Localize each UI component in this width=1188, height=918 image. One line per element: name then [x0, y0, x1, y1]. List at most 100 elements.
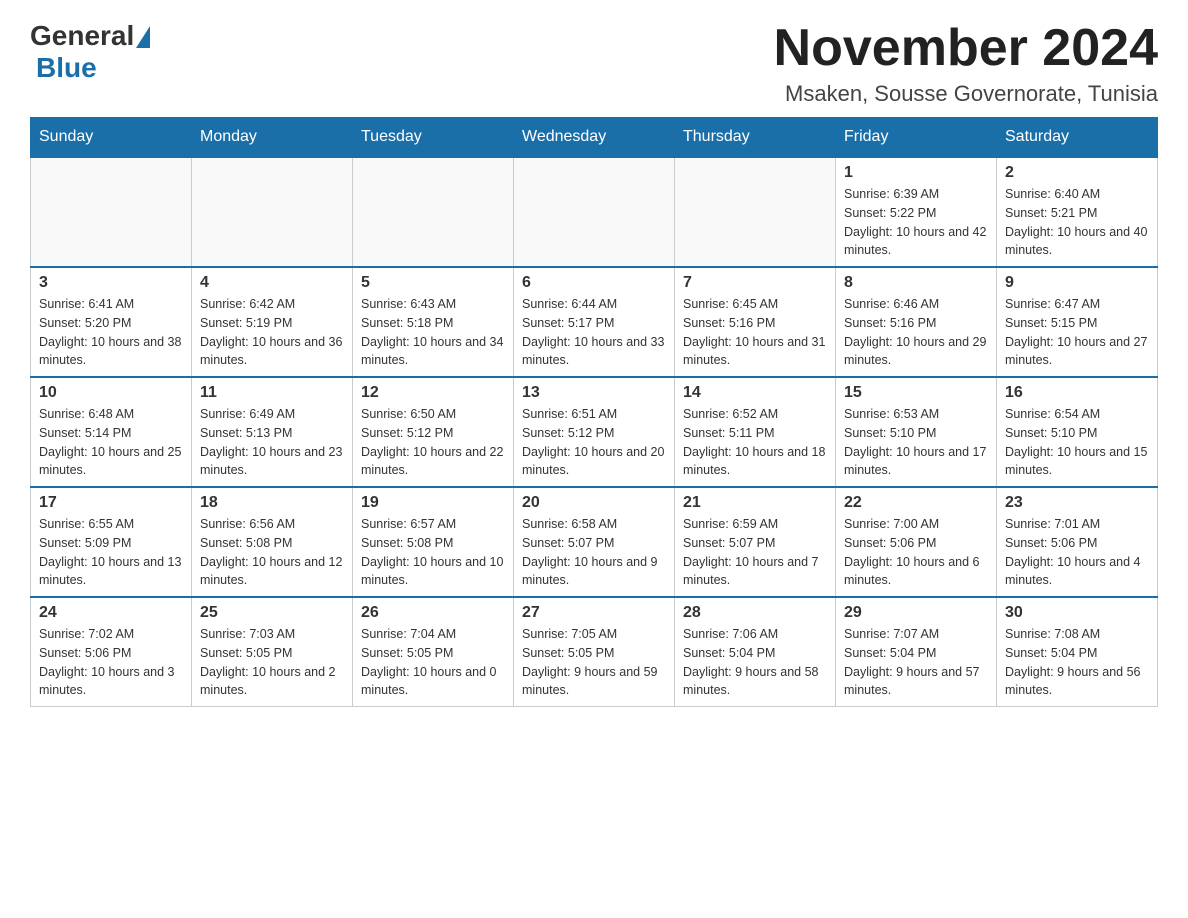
calendar-week-row: 1Sunrise: 6:39 AM Sunset: 5:22 PM Daylig… — [31, 157, 1158, 267]
calendar-cell: 15Sunrise: 6:53 AM Sunset: 5:10 PM Dayli… — [836, 377, 997, 487]
calendar-header-row: SundayMondayTuesdayWednesdayThursdayFrid… — [31, 118, 1158, 158]
calendar-table: SundayMondayTuesdayWednesdayThursdayFrid… — [30, 117, 1158, 707]
calendar-cell: 29 Sunrise: 7:07 AM Sunset: 5:04 PM Dayli… — [836, 597, 997, 707]
calendar-cell: 17 Sunrise: 6:55 AM Sunset: 5:09 PM Dayli… — [31, 487, 192, 597]
calendar-cell: 16 Sunrise: 6:54 AM Sunset: 5:10 PM Dayli… — [997, 377, 1158, 487]
day-number: 14 — [683, 384, 827, 402]
day-info: Sunrise: 7:01 AM Sunset: 5:06 PM Dayligh… — [1005, 515, 1149, 590]
day-number: 28 — [683, 604, 827, 622]
day-info: Sunrise: 6:43 AM Sunset: 5:18 PM Dayligh… — [361, 295, 505, 370]
day-number: 20 — [522, 494, 666, 512]
day-info: Sunrise: 7:05 AM Sunset: 5:05 PM Dayligh… — [522, 625, 666, 700]
calendar-cell: 10Sunrise: 6:48 AM Sunset: 5:14 PM Dayli… — [31, 377, 192, 487]
page-subtitle: Msaken, Sousse Governorate, Tunisia — [774, 81, 1158, 107]
day-info: Sunrise: 7:08 AM Sunset: 5:04 PM Dayligh… — [1005, 625, 1149, 700]
calendar-cell: 28 Sunrise: 7:06 AM Sunset: 5:04 PM Dayli… — [675, 597, 836, 707]
day-info: Sunrise: 6:48 AM Sunset: 5:14 PM Dayligh… — [39, 405, 183, 480]
logo-triangle-icon — [136, 26, 150, 48]
calendar-cell: 23 Sunrise: 7:01 AM Sunset: 5:06 PM Dayli… — [997, 487, 1158, 597]
day-info: Sunrise: 6:45 AM Sunset: 5:16 PM Dayligh… — [683, 295, 827, 370]
calendar-cell: 13 Sunrise: 6:51 AM Sunset: 5:12 PM Dayli… — [514, 377, 675, 487]
calendar-header-friday: Friday — [836, 118, 997, 158]
calendar-cell: 26 Sunrise: 7:04 AM Sunset: 5:05 PM Dayli… — [353, 597, 514, 707]
day-number: 9 — [1005, 274, 1149, 292]
day-number: 23 — [1005, 494, 1149, 512]
day-number: 12 — [361, 384, 505, 402]
calendar-week-row: 17 Sunrise: 6:55 AM Sunset: 5:09 PM Dayli… — [31, 487, 1158, 597]
calendar-cell: 19 Sunrise: 6:57 AM Sunset: 5:08 PM Dayli… — [353, 487, 514, 597]
day-number: 26 — [361, 604, 505, 622]
day-info: Sunrise: 6:52 AM Sunset: 5:11 PM Dayligh… — [683, 405, 827, 480]
calendar-cell — [675, 157, 836, 267]
day-number: 19 — [361, 494, 505, 512]
calendar-cell: 27 Sunrise: 7:05 AM Sunset: 5:05 PM Dayli… — [514, 597, 675, 707]
day-number: 18 — [200, 494, 344, 512]
calendar-cell: 1Sunrise: 6:39 AM Sunset: 5:22 PM Daylig… — [836, 157, 997, 267]
calendar-cell: 12 Sunrise: 6:50 AM Sunset: 5:12 PM Dayli… — [353, 377, 514, 487]
calendar-week-row: 24 Sunrise: 7:02 AM Sunset: 5:06 PM Dayli… — [31, 597, 1158, 707]
day-number: 7 — [683, 274, 827, 292]
day-info: Sunrise: 7:00 AM Sunset: 5:06 PM Dayligh… — [844, 515, 988, 590]
calendar-cell — [192, 157, 353, 267]
day-info: Sunrise: 7:04 AM Sunset: 5:05 PM Dayligh… — [361, 625, 505, 700]
calendar-cell: 5Sunrise: 6:43 AM Sunset: 5:18 PM Daylig… — [353, 267, 514, 377]
calendar-cell: 2Sunrise: 6:40 AM Sunset: 5:21 PM Daylig… — [997, 157, 1158, 267]
calendar-cell: 3 Sunrise: 6:41 AM Sunset: 5:20 PM Daylig… — [31, 267, 192, 377]
calendar-cell: 20 Sunrise: 6:58 AM Sunset: 5:07 PM Dayli… — [514, 487, 675, 597]
calendar-week-row: 10Sunrise: 6:48 AM Sunset: 5:14 PM Dayli… — [31, 377, 1158, 487]
day-info: Sunrise: 6:44 AM Sunset: 5:17 PM Dayligh… — [522, 295, 666, 370]
calendar-cell — [31, 157, 192, 267]
day-number: 24 — [39, 604, 183, 622]
day-number: 11 — [200, 384, 344, 402]
day-info: Sunrise: 6:47 AM Sunset: 5:15 PM Dayligh… — [1005, 295, 1149, 370]
page-title: November 2024 — [774, 20, 1158, 77]
calendar-cell — [514, 157, 675, 267]
day-info: Sunrise: 6:54 AM Sunset: 5:10 PM Dayligh… — [1005, 405, 1149, 480]
day-number: 22 — [844, 494, 988, 512]
logo-general: General — [30, 20, 134, 52]
day-number: 13 — [522, 384, 666, 402]
calendar-cell: 14 Sunrise: 6:52 AM Sunset: 5:11 PM Dayli… — [675, 377, 836, 487]
day-info: Sunrise: 7:06 AM Sunset: 5:04 PM Dayligh… — [683, 625, 827, 700]
day-info: Sunrise: 6:59 AM Sunset: 5:07 PM Dayligh… — [683, 515, 827, 590]
day-info: Sunrise: 7:02 AM Sunset: 5:06 PM Dayligh… — [39, 625, 183, 700]
calendar-header-saturday: Saturday — [997, 118, 1158, 158]
calendar-cell: 6Sunrise: 6:44 AM Sunset: 5:17 PM Daylig… — [514, 267, 675, 377]
day-number: 2 — [1005, 164, 1149, 182]
day-number: 3 — [39, 274, 183, 292]
calendar-header-wednesday: Wednesday — [514, 118, 675, 158]
calendar-cell: 22 Sunrise: 7:00 AM Sunset: 5:06 PM Dayli… — [836, 487, 997, 597]
day-info: Sunrise: 6:46 AM Sunset: 5:16 PM Dayligh… — [844, 295, 988, 370]
title-area: November 2024 Msaken, Sousse Governorate… — [774, 20, 1158, 107]
day-number: 29 — [844, 604, 988, 622]
calendar-header-thursday: Thursday — [675, 118, 836, 158]
day-number: 17 — [39, 494, 183, 512]
day-info: Sunrise: 6:58 AM Sunset: 5:07 PM Dayligh… — [522, 515, 666, 590]
day-info: Sunrise: 6:55 AM Sunset: 5:09 PM Dayligh… — [39, 515, 183, 590]
day-number: 25 — [200, 604, 344, 622]
calendar-cell: 11 Sunrise: 6:49 AM Sunset: 5:13 PM Dayli… — [192, 377, 353, 487]
calendar-cell: 21 Sunrise: 6:59 AM Sunset: 5:07 PM Dayli… — [675, 487, 836, 597]
day-info: Sunrise: 6:50 AM Sunset: 5:12 PM Dayligh… — [361, 405, 505, 480]
day-number: 8 — [844, 274, 988, 292]
day-info: Sunrise: 6:53 AM Sunset: 5:10 PM Dayligh… — [844, 405, 988, 480]
day-info: Sunrise: 7:07 AM Sunset: 5:04 PM Dayligh… — [844, 625, 988, 700]
header: General Blue November 2024 Msaken, Souss… — [30, 20, 1158, 107]
day-info: Sunrise: 6:49 AM Sunset: 5:13 PM Dayligh… — [200, 405, 344, 480]
day-number: 21 — [683, 494, 827, 512]
day-number: 27 — [522, 604, 666, 622]
calendar-header-monday: Monday — [192, 118, 353, 158]
day-number: 30 — [1005, 604, 1149, 622]
calendar-cell: 9 Sunrise: 6:47 AM Sunset: 5:15 PM Daylig… — [997, 267, 1158, 377]
day-info: Sunrise: 6:39 AM Sunset: 5:22 PM Dayligh… — [844, 185, 988, 260]
day-info: Sunrise: 7:03 AM Sunset: 5:05 PM Dayligh… — [200, 625, 344, 700]
day-info: Sunrise: 6:57 AM Sunset: 5:08 PM Dayligh… — [361, 515, 505, 590]
calendar-cell: 24 Sunrise: 7:02 AM Sunset: 5:06 PM Dayli… — [31, 597, 192, 707]
calendar-week-row: 3 Sunrise: 6:41 AM Sunset: 5:20 PM Daylig… — [31, 267, 1158, 377]
calendar-cell: 25 Sunrise: 7:03 AM Sunset: 5:05 PM Dayli… — [192, 597, 353, 707]
day-number: 16 — [1005, 384, 1149, 402]
day-info: Sunrise: 6:51 AM Sunset: 5:12 PM Dayligh… — [522, 405, 666, 480]
day-info: Sunrise: 6:41 AM Sunset: 5:20 PM Dayligh… — [39, 295, 183, 370]
calendar-cell: 7 Sunrise: 6:45 AM Sunset: 5:16 PM Daylig… — [675, 267, 836, 377]
calendar-cell — [353, 157, 514, 267]
